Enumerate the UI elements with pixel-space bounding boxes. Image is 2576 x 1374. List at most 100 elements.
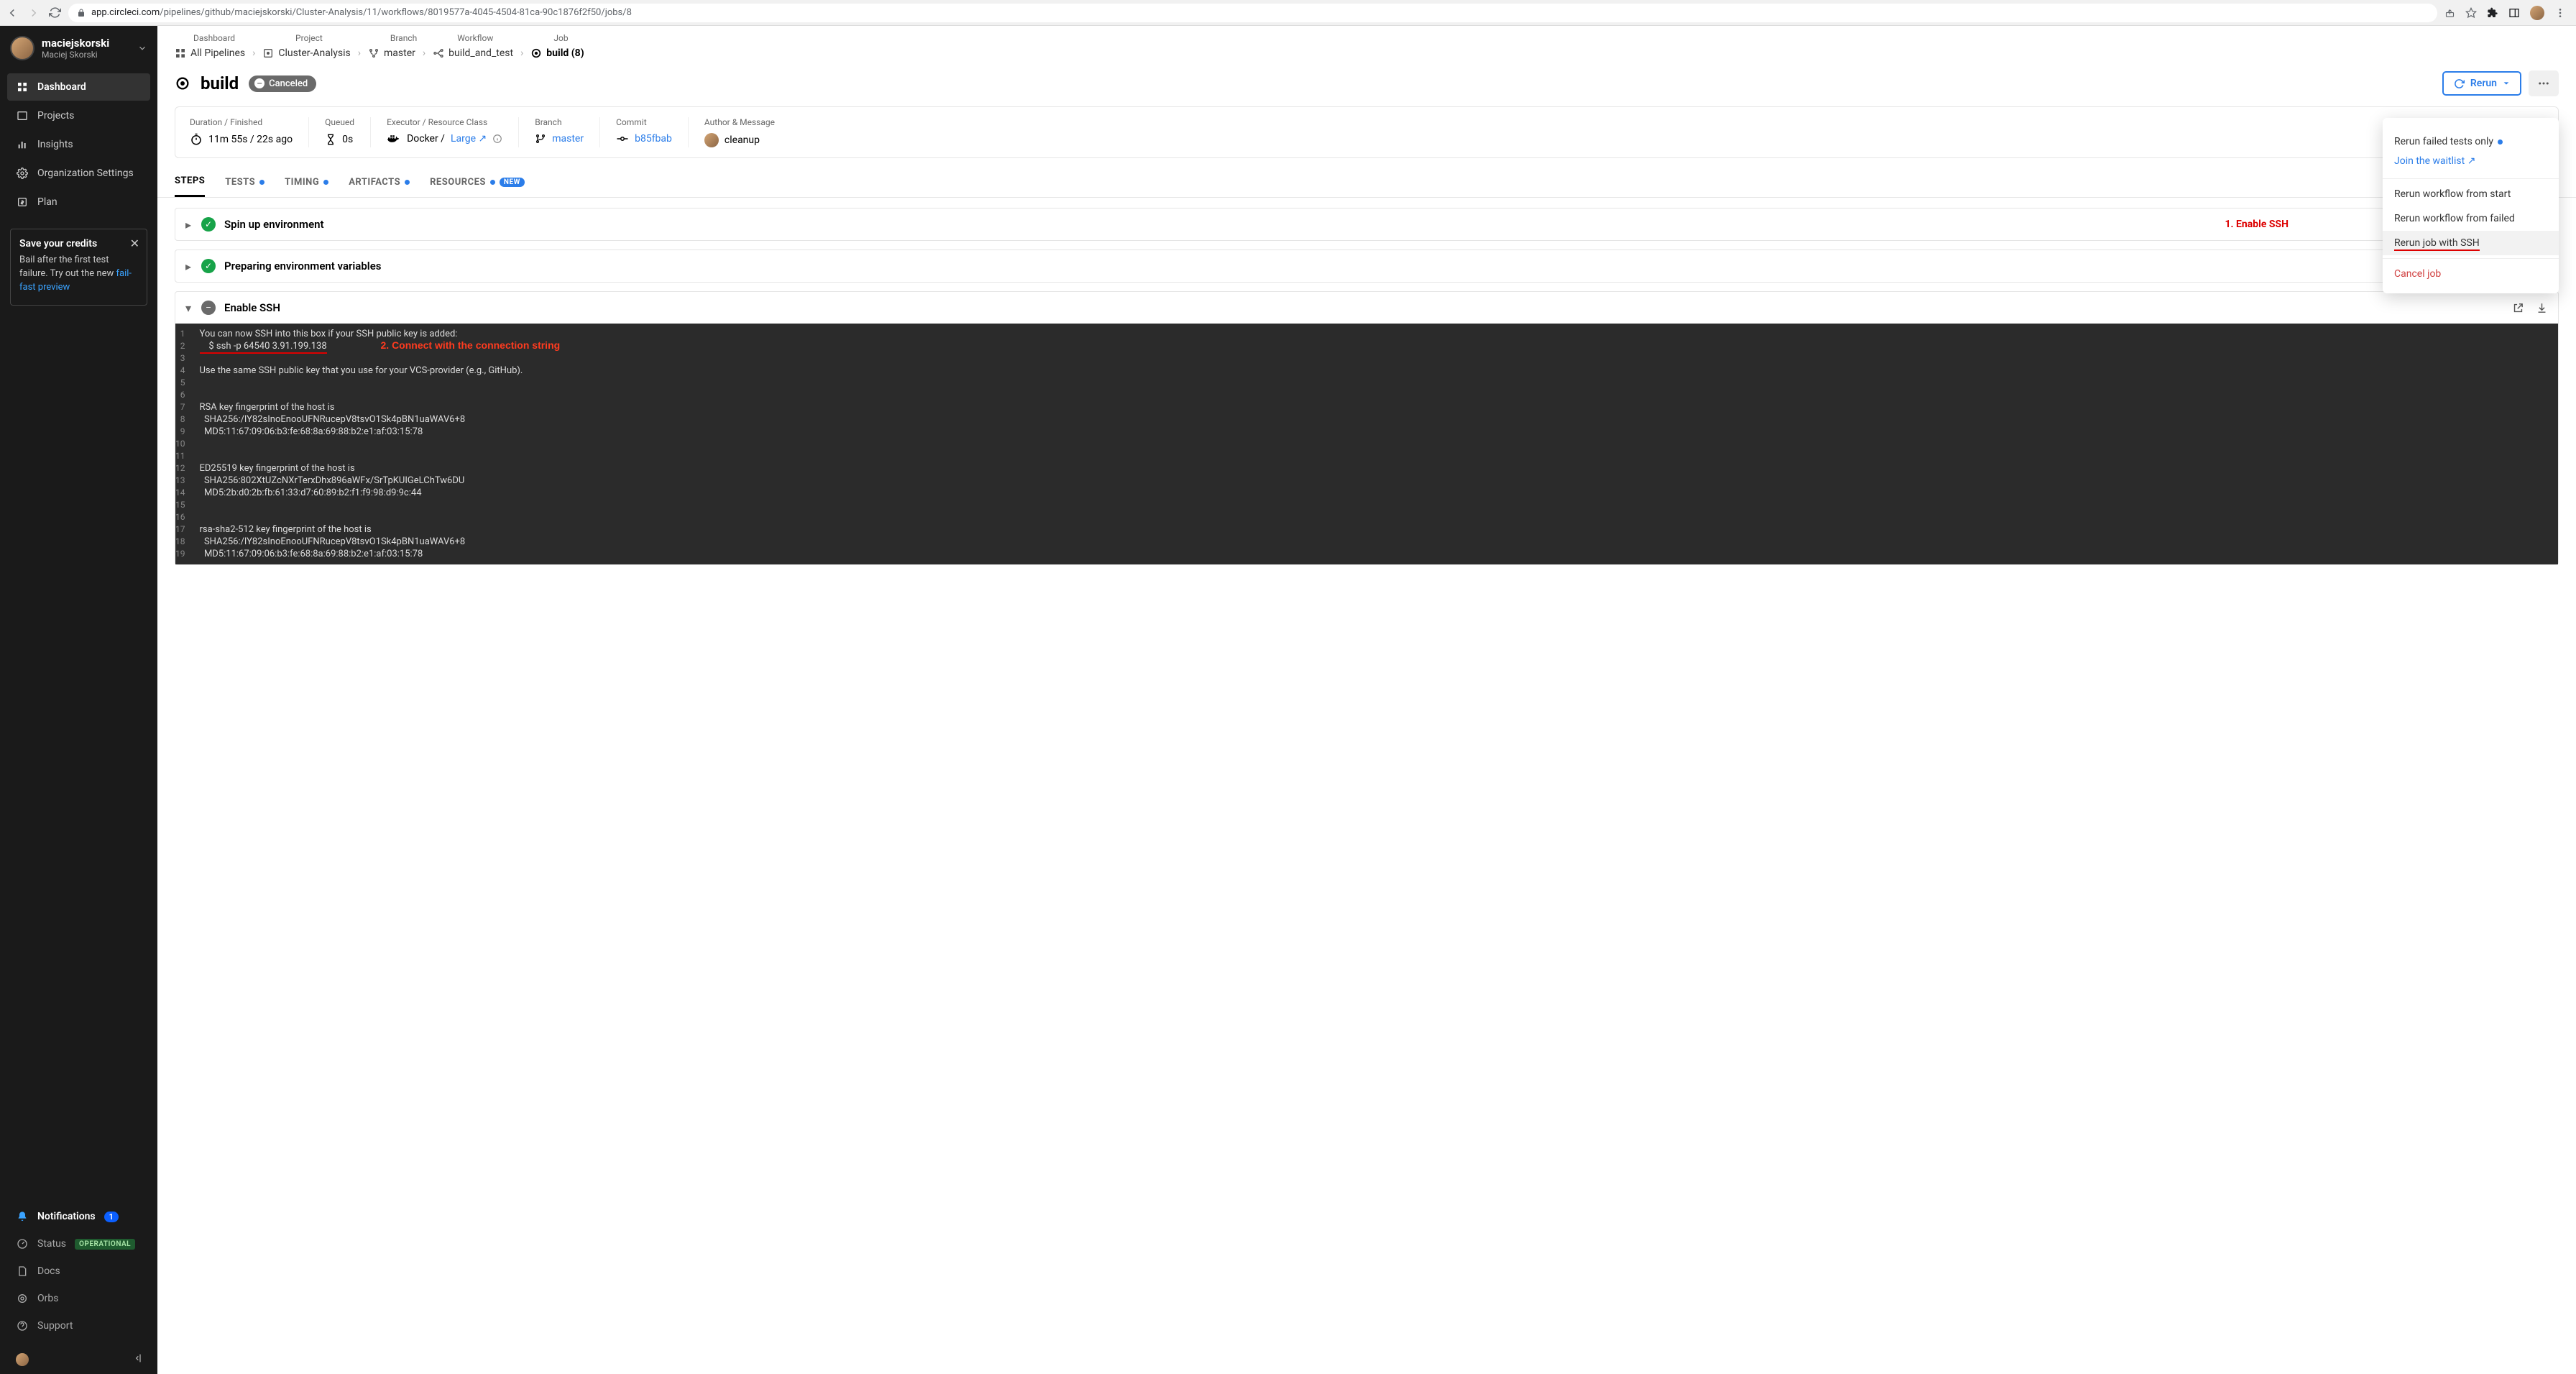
promo-title: Save your credits (19, 238, 138, 249)
workflow-icon (433, 47, 444, 59)
resource-link[interactable]: Large ↗ (451, 133, 487, 145)
download-icon[interactable] (2536, 302, 2548, 314)
indicator-dot (2498, 139, 2503, 145)
caret-down-icon[interactable]: ▾ (185, 301, 193, 315)
forward-icon[interactable] (27, 6, 40, 19)
rerun-button[interactable]: Rerun (2442, 71, 2521, 96)
dd-rerun-with-ssh[interactable]: Rerun job with SSH (2383, 231, 2559, 255)
tab-steps[interactable]: STEPS (175, 171, 205, 197)
user-avatar-small[interactable] (16, 1353, 29, 1366)
breadcrumb-labels: Dashboard Project Branch Workflow Job (175, 33, 2559, 43)
star-icon[interactable] (2465, 7, 2477, 19)
sidebar-item-support[interactable]: Support (7, 1312, 150, 1339)
dd-rerun-from-start[interactable]: Rerun workflow from start (2383, 182, 2559, 206)
profile-avatar[interactable] (2530, 6, 2544, 20)
share-icon[interactable] (2444, 7, 2455, 18)
caret-down-icon (2503, 80, 2510, 87)
reload-icon[interactable] (49, 6, 61, 19)
project-icon (262, 47, 274, 59)
address-bar[interactable]: app.circleci.com/pipelines/github/maciej… (68, 4, 2437, 22)
code-area[interactable]: 2. Connect with the connection string Yo… (193, 324, 2559, 564)
metric-label: Duration / Finished (190, 117, 293, 127)
metric-label: Queued (325, 117, 354, 127)
tab-tests[interactable]: TESTS (225, 171, 264, 197)
breadcrumb-project[interactable]: Cluster-Analysis (262, 47, 350, 59)
grid-icon (175, 47, 186, 59)
chevron-right-icon: › (358, 47, 361, 59)
caret-right-icon[interactable]: ▸ (185, 218, 193, 232)
tab-artifacts[interactable]: ARTIFACTS (349, 171, 410, 197)
hourglass-icon (325, 133, 336, 146)
dd-rerun-from-failed[interactable]: Rerun workflow from failed (2383, 206, 2559, 231)
extensions-icon[interactable] (2487, 7, 2498, 19)
sidebar-item-org-settings[interactable]: Organization Settings (7, 160, 150, 187)
back-icon[interactable] (6, 6, 19, 19)
step-enable-ssh: ▾ – Enable SSH 1234567891011121314151617… (175, 291, 2559, 565)
collapse-sidebar-icon[interactable] (133, 1352, 144, 1367)
author-avatar (704, 133, 719, 147)
sidebar-item-plan[interactable]: Plan (7, 188, 150, 216)
commit-link[interactable]: b85fbab (635, 133, 672, 145)
more-button[interactable] (2529, 70, 2559, 96)
indicator-dot (405, 180, 410, 185)
branch-icon (535, 133, 546, 145)
check-icon: ✓ (201, 259, 216, 273)
panel-icon[interactable] (2508, 7, 2520, 19)
dots-icon (2537, 77, 2550, 90)
job-tabs: STEPS TESTS TIMING ARTIFACTS RESOURCESNE… (157, 158, 2576, 198)
step-env-vars: ▸ ✓ Preparing environment variables 0s (175, 249, 2559, 283)
chevron-down-icon (137, 43, 147, 53)
breadcrumb-dashboard[interactable]: All Pipelines (175, 47, 245, 59)
minus-icon: – (201, 301, 216, 315)
metric-author: cleanup (704, 133, 775, 147)
line-gutter: 12345678910111213141516171819 (175, 324, 193, 564)
branch-link[interactable]: master (552, 133, 584, 145)
sidebar-item-dashboard[interactable]: Dashboard (7, 73, 150, 101)
step-title: Spin up environment (224, 218, 324, 231)
metric-queued: 0s (325, 133, 354, 146)
metric-label: Author & Message (704, 117, 775, 127)
metric-executor: Docker / Large ↗ (387, 133, 502, 145)
sidebar-item-status[interactable]: StatusOPERATIONAL (7, 1230, 150, 1258)
caret-right-icon[interactable]: ▸ (185, 260, 193, 273)
breadcrumb-workflow[interactable]: build_and_test (433, 47, 513, 59)
help-icon (16, 1319, 29, 1332)
org-switcher[interactable]: maciejskorski Maciej Skorski (0, 26, 157, 70)
step-spin-up: ▸ ✓ Spin up environment 1. Enable SSH (175, 208, 2559, 241)
external-link-icon[interactable] (2512, 302, 2524, 314)
chevron-right-icon: › (423, 47, 426, 59)
notification-count: 1 (104, 1212, 119, 1222)
kebab-icon[interactable] (2554, 7, 2566, 19)
step-title: Enable SSH (224, 301, 280, 314)
metric-duration: 11m 55s / 22s ago (190, 133, 293, 146)
sidebar-item-orbs[interactable]: Orbs (7, 1285, 150, 1312)
close-icon[interactable]: ✕ (130, 237, 139, 250)
chevron-right-icon: › (252, 47, 255, 59)
breadcrumb-job: build (8) (530, 47, 584, 59)
sidebar-item-notifications[interactable]: Notifications1 (7, 1203, 150, 1230)
tab-resources[interactable]: RESOURCESNEW (430, 171, 525, 197)
breadcrumb-branch[interactable]: master (368, 47, 415, 59)
job-icon (175, 75, 190, 91)
promo-card: ✕ Save your credits Bail after the first… (10, 229, 147, 306)
sidebar-item-insights[interactable]: Insights (7, 131, 150, 158)
minus-icon: – (254, 78, 264, 88)
sidebar-item-docs[interactable]: Docs (7, 1258, 150, 1285)
metric-commit: b85fbab (616, 133, 672, 145)
promo-text: Bail after the first test failure. Try o… (19, 254, 138, 295)
job-icon (530, 47, 542, 59)
dd-rerun-failed-tests: Rerun failed tests only (2383, 129, 2559, 154)
sidebar-item-projects[interactable]: Projects (7, 102, 150, 129)
dd-waitlist-link[interactable]: Join the waitlist ↗ (2383, 154, 2559, 171)
info-icon[interactable] (492, 134, 502, 144)
dd-cancel-job[interactable]: Cancel job (2383, 262, 2559, 286)
tab-timing[interactable]: TIMING (285, 171, 328, 197)
indicator-dot (323, 180, 328, 185)
grid-icon (16, 81, 29, 93)
chart-icon (16, 138, 29, 151)
annotation-2: 2. Connect with the connection string (381, 339, 561, 351)
sidebar: maciejskorski Maciej Skorski Dashboard P… (0, 26, 157, 1374)
lock-icon (77, 9, 86, 17)
new-badge: NEW (500, 178, 525, 187)
metric-branch: master (535, 133, 584, 145)
